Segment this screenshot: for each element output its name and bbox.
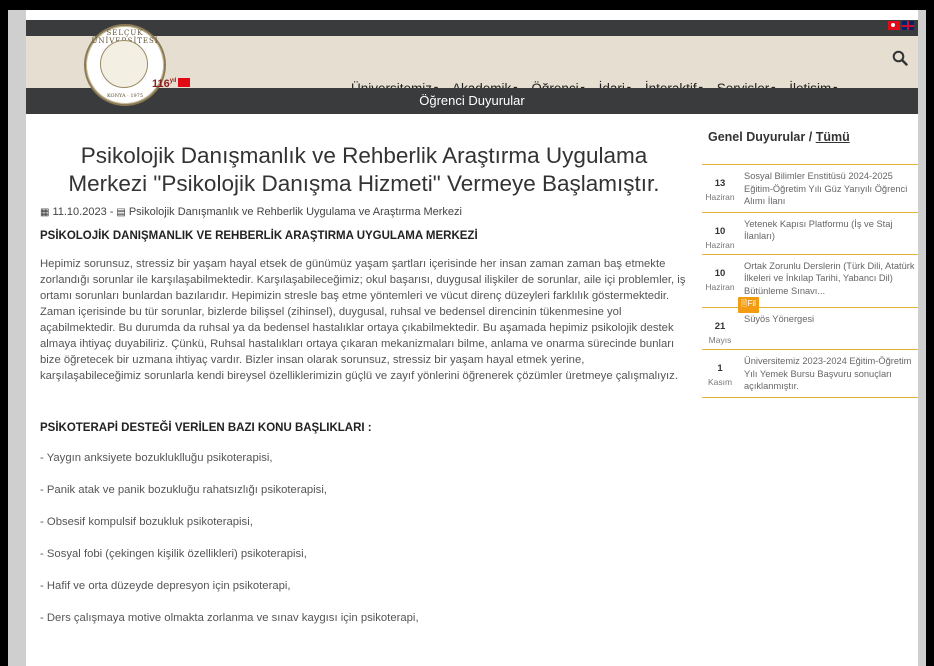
list-item: - Panik atak ve panik bozukluğu rahatsız… [40,484,327,496]
therapy-topics-heading: PSİKOTERAPİ DESTEĞİ VERİLEN BAZI KONU BA… [40,422,372,434]
news-month: Haziran [705,239,735,250]
news-date: 10 Haziran [702,260,738,292]
search-icon[interactable] [892,50,908,66]
section-title-bar: Öğrenci Duyurular [26,88,918,114]
list-item: - Ders çalışmaya motive olmakta zorlanma… [40,612,419,624]
anniversary-number: 116 [152,78,170,90]
article-paragraph: Hepimiz sorunsuz, stressiz bir yaşam hay… [40,258,686,382]
news-date: 1 Kasım [702,355,738,387]
language-switcher [888,21,914,30]
list-item: - Hafif ve orta düzeyde depresyon için p… [40,580,291,592]
section-title: Öğrenci Duyurular [419,93,525,108]
list-item[interactable]: 10 Haziran Yetenek Kapısı Platformu (İş … [702,213,918,255]
news-day: 21 [714,321,726,332]
news-date: 21 Mayıs [702,313,738,345]
news-title[interactable]: Süyös Yönergesi [738,313,816,326]
news-month: Haziran [705,192,735,202]
news-title[interactable]: Sosyal Bilimler Enstitüsü 2024-2025 Eğit… [738,170,918,208]
article-title: Psikolojik Danışmanlık ve Rehberlik Araş… [68,143,660,196]
list-item[interactable]: 13 Haziran Sosyal Bilimler Enstitüsü 202… [702,165,918,213]
english-flag-icon[interactable] [902,21,914,30]
logo-emblem [100,40,148,88]
list-item[interactable]: 1 Kasım Üniversitemiz 2023-2024 Eğitim-Ö… [702,350,918,398]
news-title[interactable]: Yetenek Kapısı Platformu (İş ve Staj İla… [738,218,918,243]
news-date: 13 Haziran [702,170,738,202]
news-title[interactable]: Üniversitemiz 2023-2024 Eğitim-Öğretim Y… [738,355,918,393]
news-day: 10 [714,267,726,279]
list-item: - Yaygın anksiyete bozukluklluğu psikote… [40,452,273,464]
article-heading: PSİKOLOJİK DANIŞMANLIK VE REHBERLİK ARAŞ… [40,230,478,242]
sidebar-title-text: Genel Duyurular / [708,130,813,144]
view-all-link[interactable]: Tümü [816,130,850,144]
file-badge-label: Fil [747,299,756,308]
list-item: - Obsesif kompulsif bozukluk psikoterapi… [40,516,253,528]
calendar-icon: ▦ [40,206,50,218]
news-date: 10 Haziran [702,218,738,250]
university-logo[interactable]: SELÇUK ÜNİVERSİTESİ KONYA · 1975 [84,24,166,106]
right-gutter [918,10,926,666]
list-item[interactable]: 10 Haziran Ortak Zorunlu Derslerin (Türk… [702,255,918,313]
article-meta: ▦ 11.10.2023 - ▤ Psikolojik Danışmanlık … [40,206,688,218]
logo-bottom-text: KONYA · 1975 [106,93,144,99]
list-item: - Sosyal fobi (çekingen kişilik özellikl… [40,548,307,560]
news-day: 1 [717,363,723,374]
newspaper-icon: ▤ [116,206,126,218]
turkish-flag-icon[interactable] [888,21,900,30]
article-date: 11.10.2023 [52,206,107,218]
announcements-sidebar: Genel Duyurular / Tümü 13 Haziran Sosyal… [702,114,918,666]
anniversary-suffix: yıl [169,78,177,84]
left-gutter [8,10,26,666]
meta-separator: - [109,206,114,218]
news-month: Mayıs [708,335,732,345]
web-page: Üniversitemiz▾ Akademik▾ Öğrenci▾ İdari▾… [26,10,918,666]
news-day: 13 [714,178,726,189]
anniversary-badge: 116yıl [152,78,191,90]
news-month: Haziran [705,281,735,292]
list-item[interactable]: 21 Mayıs Süyös Yönergesi [702,308,918,350]
article-content: Psikolojik Danışmanlık ve Rehberlik Araş… [40,114,688,666]
news-day: 10 [714,225,726,237]
news-title[interactable]: Ortak Zorunlu Derslerin (Türk Dili, Atat… [738,260,918,298]
flag-icon [178,78,191,87]
sidebar-title: Genel Duyurular / Tümü [708,130,918,144]
article-source[interactable]: Psikolojik Danışmanlık ve Rehberlik Uygu… [129,206,462,218]
news-month: Kasım [707,377,733,387]
